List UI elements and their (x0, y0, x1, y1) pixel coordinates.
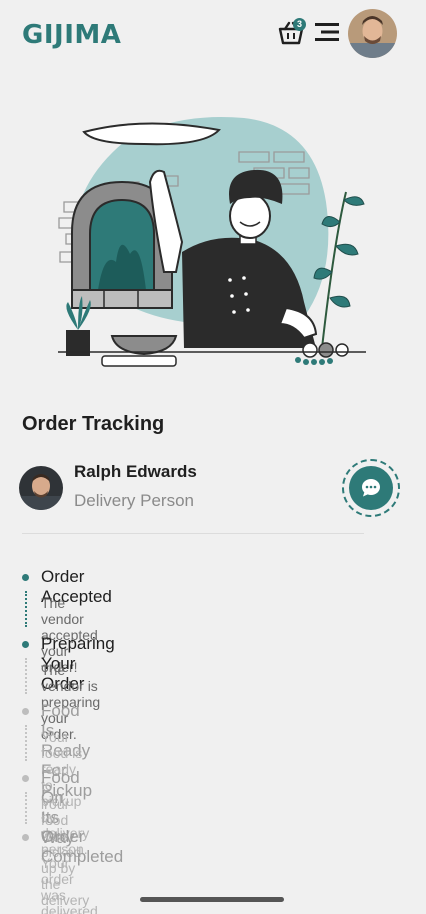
chat-bubble-icon (362, 479, 380, 497)
step-dot-ready (22, 708, 29, 715)
chat-button-inner (349, 466, 393, 510)
page-title: Order Tracking (22, 413, 165, 435)
chat-button[interactable] (342, 459, 400, 517)
cart-count-badge: 3 (293, 18, 306, 31)
courier-avatar (19, 466, 63, 510)
chef-illustration (58, 117, 366, 367)
user-avatar[interactable] (348, 9, 397, 58)
step-line-preparing (24, 658, 27, 694)
step-desc-completed: Your order was delivered to you. (41, 855, 98, 914)
step-dot-completed (22, 834, 29, 841)
menu-icon[interactable] (313, 20, 341, 44)
step-line-on-its-way (24, 792, 27, 824)
step-line-accepted (24, 591, 27, 627)
app-logo[interactable]: GIJIMA (22, 20, 121, 50)
step-dot-on-its-way (22, 775, 29, 782)
courier-role: Delivery Person (74, 491, 194, 510)
step-line-ready (24, 725, 27, 761)
home-indicator[interactable] (140, 897, 284, 902)
step-dot-preparing (22, 641, 29, 648)
step-dot-accepted (22, 574, 29, 581)
courier-name: Ralph Edwards (74, 462, 197, 481)
app-header: GIJIMA 3 (0, 0, 426, 70)
divider (22, 533, 364, 534)
